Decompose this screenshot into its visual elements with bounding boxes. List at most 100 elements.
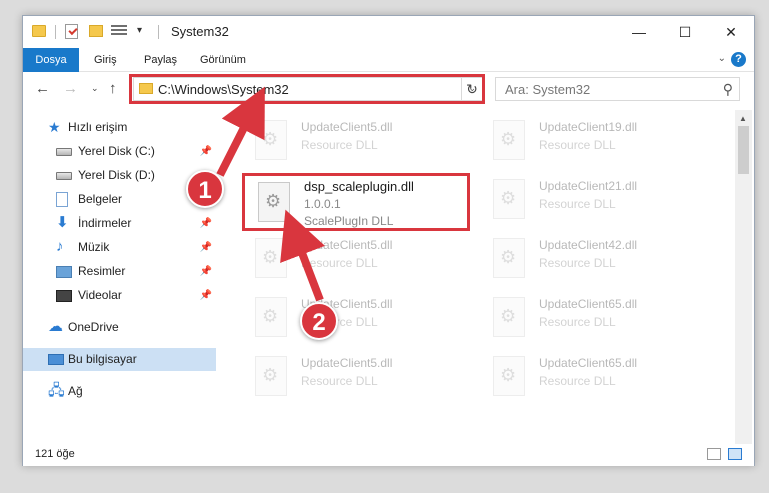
sidebar-item-videos[interactable]: Videolar 📌 <box>23 284 216 307</box>
item-count: 121 öğe <box>35 448 75 460</box>
vertical-scrollbar[interactable]: ▲ ▼ <box>735 110 752 458</box>
cloud-icon: ☁ <box>48 318 63 335</box>
sidebar-item-pictures[interactable]: Resimler 📌 <box>23 260 216 283</box>
file-name: UpdateClient21.dll <box>539 179 638 193</box>
file-item-dsp-scaleplugin[interactable]: dsp_scaleplugin.dll 1.0.0.1 ScalePlugIn … <box>246 176 468 230</box>
recent-locations-icon[interactable]: ⌄ <box>91 83 99 94</box>
file-name: UpdateClient65.dll <box>539 356 638 370</box>
tiles-view-icon[interactable] <box>728 448 742 460</box>
title-bar: ▾ System32 — ☐ ✕ <box>23 16 754 48</box>
sidebar-item-label: Bu bilgisayar <box>68 352 137 366</box>
dll-file-icon <box>493 356 525 396</box>
file-name: UpdateClient65.dll <box>539 297 638 311</box>
file-item[interactable]: UpdateClient19.dll Resource DLL <box>481 114 711 168</box>
file-name: UpdateClient19.dll <box>539 120 638 134</box>
navigation-pane: ★ Hızlı erişim Yerel Disk (C:) 📌 Yerel D… <box>23 110 216 440</box>
dll-file-icon <box>493 297 525 337</box>
divider <box>158 25 159 39</box>
file-name: UpdateClient5.dll <box>301 238 393 252</box>
search-placeholder: Ara: System32 <box>505 82 591 97</box>
star-icon: ★ <box>48 119 61 135</box>
dll-file-icon <box>493 179 525 219</box>
sidebar-item-local-disk-c[interactable]: Yerel Disk (C:) 📌 <box>23 140 216 163</box>
step-1-badge: 1 <box>186 170 224 208</box>
sidebar-item-downloads[interactable]: ⬇ İndirmeler 📌 <box>23 212 216 235</box>
download-icon: ⬇ <box>56 214 69 231</box>
sidebar-item-network[interactable]: 🖧 Ağ <box>23 380 216 403</box>
file-type: Resource DLL <box>539 138 616 152</box>
minimize-button[interactable]: — <box>616 16 662 48</box>
disk-icon <box>56 172 72 180</box>
file-description: ScalePlugIn DLL <box>304 214 394 228</box>
file-item[interactable]: UpdateClient5.dll Resource DLL <box>243 291 473 345</box>
pin-icon[interactable]: 📌 <box>200 236 212 259</box>
file-type: Resource DLL <box>539 256 616 270</box>
tab-share[interactable]: Paylaş <box>135 48 186 72</box>
maximize-button[interactable]: ☐ <box>662 16 708 48</box>
search-icon[interactable]: ⚲ <box>723 81 733 98</box>
sidebar-item-label: OneDrive <box>68 320 119 334</box>
properties-check-icon[interactable] <box>65 24 78 39</box>
customize-icon[interactable] <box>111 25 127 38</box>
ribbon-tabs: Dosya Giriş Paylaş Görünüm ⌄ ? <box>23 48 754 72</box>
step-2-badge: 2 <box>300 302 338 340</box>
file-item[interactable]: UpdateClient21.dll Resource DLL <box>481 173 711 227</box>
file-item[interactable]: UpdateClient5.dll Resource DLL <box>243 232 473 286</box>
help-icon[interactable]: ? <box>731 52 746 67</box>
sidebar-item-music[interactable]: ♪ Müzik 📌 <box>23 236 216 259</box>
refresh-button[interactable]: ↻ <box>461 77 483 101</box>
file-item[interactable]: UpdateClient65.dll Resource DLL <box>481 291 711 345</box>
dll-file-icon <box>255 356 287 396</box>
pin-icon[interactable]: 📌 <box>200 284 212 307</box>
search-input[interactable]: Ara: System32 ⚲ <box>495 77 740 101</box>
pictures-icon <box>56 266 72 278</box>
dll-file-icon <box>493 238 525 278</box>
dll-file-icon <box>255 297 287 337</box>
file-type: Resource DLL <box>301 138 378 152</box>
address-bar[interactable]: C:\Windows\System32 ⌄ <box>133 77 483 101</box>
file-name: UpdateClient42.dll <box>539 238 638 252</box>
ribbon-expand-icon[interactable]: ⌄ <box>718 53 726 64</box>
sidebar-item-label: Müzik <box>78 240 110 254</box>
sidebar-item-this-pc[interactable]: Bu bilgisayar <box>23 348 216 371</box>
back-button[interactable]: ← <box>35 80 50 97</box>
dll-file-icon <box>258 182 290 222</box>
scroll-up-icon[interactable]: ▲ <box>739 114 747 123</box>
dll-file-icon <box>493 120 525 160</box>
scroll-thumb[interactable] <box>738 126 749 174</box>
sidebar-item-label: Yerel Disk (D:) <box>78 168 155 182</box>
file-name: dsp_scaleplugin.dll <box>304 179 414 194</box>
status-bar: 121 öğe <box>23 444 754 466</box>
file-type: Resource DLL <box>301 256 378 270</box>
sidebar-item-label: Hızlı erişim <box>68 120 128 134</box>
pin-icon[interactable]: 📌 <box>200 140 212 163</box>
file-item[interactable]: UpdateClient5.dll Resource DLL <box>243 350 473 404</box>
file-type: Resource DLL <box>539 315 616 329</box>
forward-button[interactable]: → <box>63 80 78 97</box>
sidebar-item-label: Yerel Disk (C:) <box>78 144 155 158</box>
tab-view[interactable]: Görünüm <box>191 48 255 72</box>
details-view-icon[interactable] <box>707 448 721 460</box>
file-item[interactable]: UpdateClient65.dll Resource DLL <box>481 350 711 404</box>
close-button[interactable]: ✕ <box>708 16 754 48</box>
tab-file[interactable]: Dosya <box>23 48 79 72</box>
quick-access-dropdown-icon[interactable]: ▾ <box>137 25 142 36</box>
divider <box>55 25 56 39</box>
disk-icon <box>56 148 72 156</box>
file-type: Resource DLL <box>539 374 616 388</box>
file-name: UpdateClient5.dll <box>301 120 393 134</box>
folder-icon[interactable] <box>32 25 46 37</box>
address-path[interactable]: C:\Windows\System32 <box>158 82 289 97</box>
pin-icon[interactable]: 📌 <box>200 260 212 283</box>
network-icon: 🖧 <box>48 382 65 399</box>
new-folder-icon[interactable] <box>89 25 103 37</box>
sidebar-item-quick-access[interactable]: ★ Hızlı erişim <box>23 116 216 139</box>
sidebar-item-label: Ağ <box>68 384 83 398</box>
pin-icon[interactable]: 📌 <box>200 212 212 235</box>
tab-home[interactable]: Giriş <box>85 48 126 72</box>
file-item[interactable]: UpdateClient5.dll Resource DLL <box>243 114 473 168</box>
file-version: 1.0.0.1 <box>304 197 341 211</box>
up-button[interactable]: ↑ <box>109 80 117 97</box>
sidebar-item-onedrive[interactable]: ☁ OneDrive <box>23 316 216 339</box>
file-item[interactable]: UpdateClient42.dll Resource DLL <box>481 232 711 286</box>
